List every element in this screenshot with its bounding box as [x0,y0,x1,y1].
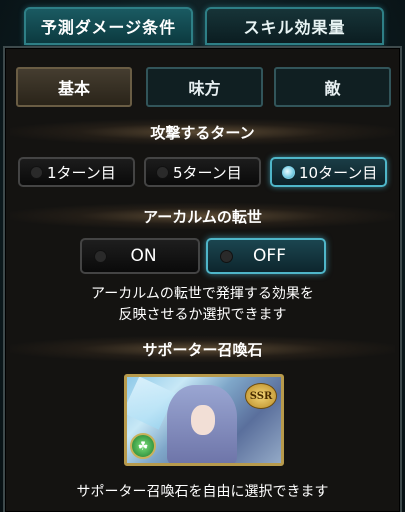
off-label: OFF [253,246,286,266]
radio-selected-icon [220,249,233,263]
turn-10-option[interactable]: 10ターン目 [270,157,387,187]
supporter-description: サポーター召喚石を自由に選択できます [76,484,329,500]
arcarum-description-line1: アーカルムの転世で発揮する効果を [91,286,314,302]
tab-predicted-damage-conditions[interactable]: 予測ダメージ条件 [24,7,193,45]
attack-turn-title: 攻撃するターン [10,119,395,145]
turn-1-option[interactable]: 1ターン目 [18,157,135,187]
radio-icon [30,165,43,179]
tab-skill-effect-amount[interactable]: スキル効果量 [205,7,384,45]
turn-10-label: 10ターン目 [299,163,378,182]
ssr-rarity-badge: SSR [245,383,277,409]
summon-portrait-face [191,405,215,435]
turn-5-label: 5ターン目 [173,163,242,182]
turn-1-label: 1ターン目 [47,163,116,182]
supporter-summon-card[interactable]: SSR ☘ [124,374,284,466]
arcarum-description-line2: 反映させるか選択できます [118,307,287,323]
turn-5-option[interactable]: 5ターン目 [144,157,261,187]
on-label: ON [130,246,157,266]
supporter-summon-title: サポーター召喚石 [10,336,395,362]
wind-element-icon: ☘ [130,433,156,459]
subtab-enemy[interactable]: 敵 [274,67,391,107]
radio-icon [156,165,169,179]
radio-icon [94,249,107,263]
arcarum-title: アーカルムの転世 [10,203,395,229]
radio-selected-icon [282,165,295,179]
arcarum-on-toggle[interactable]: ON [80,238,200,274]
arcarum-off-toggle[interactable]: OFF [206,238,326,274]
subtab-basic[interactable]: 基本 [16,67,132,107]
subtab-allies[interactable]: 味方 [146,67,263,107]
